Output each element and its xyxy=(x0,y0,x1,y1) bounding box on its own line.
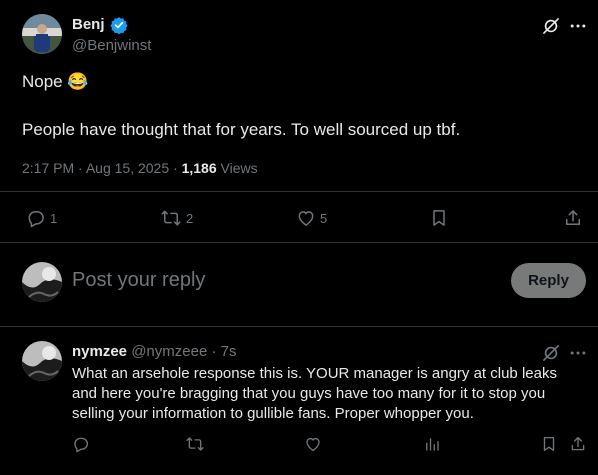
like-icon xyxy=(296,208,316,228)
like-count: 5 xyxy=(320,210,328,226)
divider xyxy=(0,242,598,243)
post-meta: 2:17 PM · Aug 15, 2025 · 1,186 Views xyxy=(22,160,258,176)
repost-count: 2 xyxy=(186,210,194,226)
grok-icon[interactable] xyxy=(541,16,561,36)
meta-separator: · xyxy=(173,160,178,176)
repost-icon xyxy=(160,208,182,228)
reply-count: 1 xyxy=(50,210,58,226)
post-date[interactable]: Aug 15, 2025 xyxy=(86,160,169,176)
reply-age[interactable]: 7s xyxy=(221,343,237,360)
post-time[interactable]: 2:17 PM xyxy=(22,160,74,176)
share-icon[interactable] xyxy=(569,435,587,453)
reply-body: What an arsehole response this is. YOUR … xyxy=(72,364,557,424)
reply-button[interactable]: Reply xyxy=(511,263,586,298)
repost-icon[interactable] xyxy=(185,435,205,453)
share-icon[interactable] xyxy=(563,208,583,228)
bookmark-icon[interactable] xyxy=(429,208,449,228)
bookmark-icon[interactable] xyxy=(540,435,558,453)
like-icon[interactable] xyxy=(304,435,322,453)
post-text: Nope xyxy=(22,72,63,91)
reply-author-handle[interactable]: @nymzeee xyxy=(131,343,207,360)
author-handle[interactable]: @Benjwinst xyxy=(72,37,151,54)
post-text-line1: Nope 😂 xyxy=(22,72,89,92)
more-icon[interactable] xyxy=(568,343,588,363)
views-icon[interactable] xyxy=(423,435,441,453)
reply-author-avatar[interactable] xyxy=(22,341,62,381)
post-text-line2: People have thought that for years. To w… xyxy=(22,120,461,139)
reply-body-line: selling your information to gullible fan… xyxy=(72,405,474,422)
divider xyxy=(0,326,598,327)
more-icon[interactable] xyxy=(568,16,588,36)
reply-action[interactable]: 1 xyxy=(26,208,57,228)
meta-separator: · xyxy=(78,160,83,176)
user-avatar[interactable] xyxy=(22,262,62,302)
divider xyxy=(0,191,598,192)
reply-author-name[interactable]: nymzee xyxy=(72,343,127,360)
reply-input[interactable]: Post your reply xyxy=(72,269,205,292)
tears-of-joy-emoji: 😂 xyxy=(67,72,89,91)
author-name[interactable]: Benj xyxy=(72,16,105,33)
reply-icon[interactable] xyxy=(72,435,90,453)
reply-header: nymzee @nymzeee · 7s xyxy=(72,343,236,360)
reply-icon xyxy=(26,208,46,228)
views-label: Views xyxy=(220,160,258,176)
author-avatar[interactable] xyxy=(22,14,62,54)
repost-action[interactable]: 2 xyxy=(160,208,193,228)
views-count: 1,186 xyxy=(181,160,217,176)
grok-icon[interactable] xyxy=(541,343,561,363)
reply-separator: · xyxy=(211,343,217,360)
reply-body-line: and here you're bragging that you guys h… xyxy=(72,385,546,402)
verified-badge-icon xyxy=(110,16,128,34)
like-action[interactable]: 5 xyxy=(296,208,327,228)
reply-body-line: What an arsehole response this is. YOUR … xyxy=(72,365,557,382)
